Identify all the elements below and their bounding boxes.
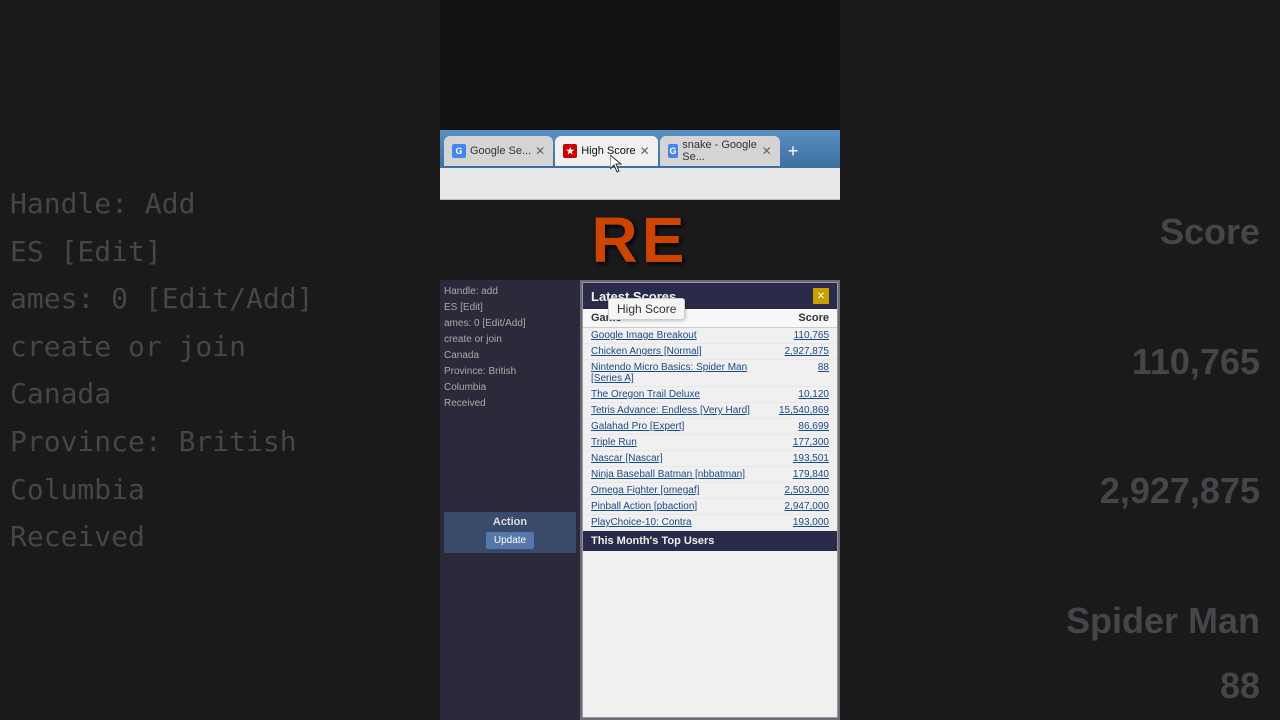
action-label: Action <box>493 516 527 528</box>
tab-close-snake[interactable]: ✕ <box>762 144 772 158</box>
background-left: Handle: Add ES [Edit] ames: 0 [Edit/Add]… <box>0 0 440 720</box>
tab-snake[interactable]: G snake - Google Se... ✕ <box>660 136 780 166</box>
table-row: Omega Fighter [omegaf] 2,503,000 <box>583 483 837 499</box>
update-button[interactable]: Update <box>486 532 534 549</box>
tab-label-google: Google Se... <box>470 145 531 157</box>
tab-favicon-google: G <box>452 144 466 158</box>
sidebar-action-section: Action Update <box>444 512 576 553</box>
page-content: Handle: add ES [Edit] ames: 0 [Edit/Add]… <box>440 280 840 720</box>
game-name[interactable]: Ninja Baseball Batman [nbbatman] <box>591 469 769 480</box>
table-row: Chicken Angers [Normal] 2,927,875 <box>583 344 837 360</box>
score-value[interactable]: 179,840 <box>769 469 829 480</box>
bg-text-left: Handle: Add ES [Edit] ames: 0 [Edit/Add]… <box>10 180 313 561</box>
score-value[interactable]: 193,501 <box>769 453 829 464</box>
table-row: The Oregon Trail Deluxe 10,120 <box>583 387 837 403</box>
game-name[interactable]: PlayChoice-10: Contra <box>591 517 769 528</box>
score-value[interactable]: 177,300 <box>769 437 829 448</box>
game-name[interactable]: Galahad Pro [Expert] <box>591 421 769 432</box>
table-row: Nintendo Micro Basics: Spider Man [Serie… <box>583 360 837 387</box>
new-tab-button[interactable]: + <box>782 141 805 162</box>
score-value[interactable]: 15,540,869 <box>769 405 829 416</box>
game-name[interactable]: Google Image Breakout <box>591 330 769 341</box>
scores-panel: Latest Scores ✕ Game Score Google Image … <box>582 282 838 718</box>
game-name[interactable]: Chicken Angers [Normal] <box>591 346 769 357</box>
game-name[interactable]: Triple Run <box>591 437 769 448</box>
game-name[interactable]: Pinball Action [pbaction] <box>591 501 769 512</box>
tab-label-highscore: High Score <box>581 145 635 157</box>
table-row: Tetris Advance: Endless [Very Hard] 15,5… <box>583 403 837 419</box>
sidebar: Handle: add ES [Edit] ames: 0 [Edit/Add]… <box>440 280 580 720</box>
score-value[interactable]: 10,120 <box>769 389 829 400</box>
score-value[interactable]: 2,927,875 <box>769 346 829 357</box>
table-row: Ninja Baseball Batman [nbbatman] 179,840 <box>583 467 837 483</box>
bg-text-right: Score 110,765 2,927,875 Spider Man 88 10… <box>1066 200 1260 720</box>
score-value[interactable]: 2,503,000 <box>769 485 829 496</box>
address-bar[interactable] <box>440 168 840 200</box>
page-header: RE <box>440 200 840 280</box>
sidebar-text: Handle: add ES [Edit] ames: 0 [Edit/Add]… <box>444 284 576 412</box>
scores-panel-close[interactable]: ✕ <box>813 288 829 304</box>
game-name[interactable]: Nascar [Nascar] <box>591 453 769 464</box>
table-row: PlayChoice-10: Contra 193,000 <box>583 515 837 531</box>
score-value[interactable]: 88 <box>769 362 829 384</box>
tab-label-snake: snake - Google Se... <box>682 139 757 163</box>
tab-close-google[interactable]: ✕ <box>535 144 545 158</box>
top-users-header: This Month's Top Users <box>583 531 837 551</box>
score-value[interactable]: 193,000 <box>769 517 829 528</box>
page-header-text: RE <box>592 203 689 277</box>
table-row: Google Image Breakout 110,765 <box>583 328 837 344</box>
tab-favicon-highscore: ★ <box>563 144 577 158</box>
table-row: Galahad Pro [Expert] 86,699 <box>583 419 837 435</box>
score-value[interactable]: 86,699 <box>769 421 829 432</box>
game-name[interactable]: Nintendo Micro Basics: Spider Man [Serie… <box>591 362 769 384</box>
background-right: Score 110,765 2,927,875 Spider Man 88 10… <box>840 0 1280 720</box>
tab-favicon-snake: G <box>668 144 679 158</box>
tab-bar: G Google Se... ✕ ★ High Score ✕ G snake … <box>440 130 840 168</box>
table-row: Pinball Action [pbaction] 2,947,000 <box>583 499 837 515</box>
score-value[interactable]: 2,947,000 <box>769 501 829 512</box>
tab-google[interactable]: G Google Se... ✕ <box>444 136 553 166</box>
col-score-label: Score <box>798 312 829 324</box>
tab-highscore[interactable]: ★ High Score ✕ <box>555 136 657 166</box>
tab-tooltip: High Score <box>608 298 685 320</box>
game-name[interactable]: Tetris Advance: Endless [Very Hard] <box>591 405 769 416</box>
table-row: Triple Run 177,300 <box>583 435 837 451</box>
score-value[interactable]: 110,765 <box>769 330 829 341</box>
table-row: Nascar [Nascar] 193,501 <box>583 451 837 467</box>
browser-window: G Google Se... ✕ ★ High Score ✕ G snake … <box>440 130 840 720</box>
tab-close-highscore[interactable]: ✕ <box>640 144 650 158</box>
game-name[interactable]: Omega Fighter [omegaf] <box>591 485 769 496</box>
game-name[interactable]: The Oregon Trail Deluxe <box>591 389 769 400</box>
scores-table: Google Image Breakout 110,765 Chicken An… <box>583 328 837 551</box>
